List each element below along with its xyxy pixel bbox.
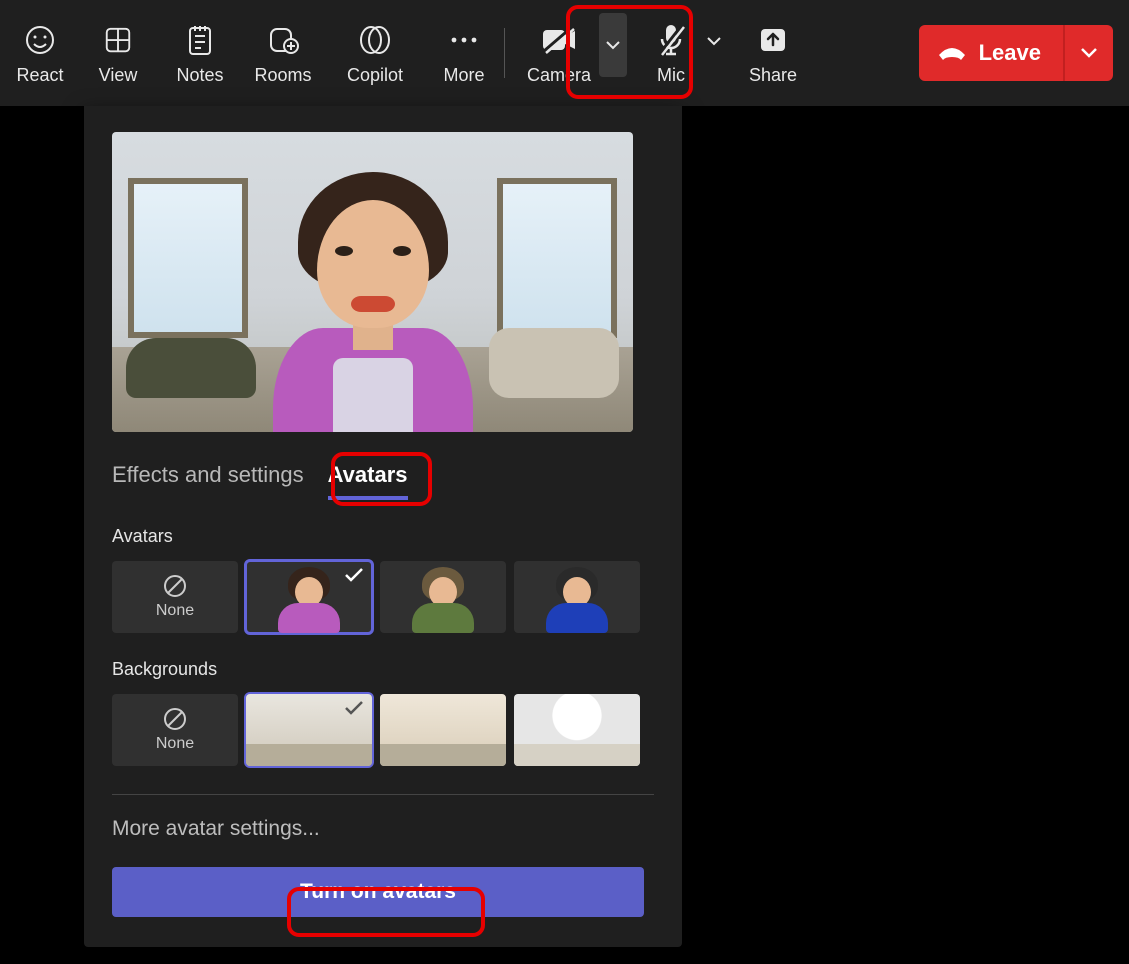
view-label: View	[99, 65, 138, 86]
turn-on-avatars-button[interactable]: Turn on avatars	[112, 867, 644, 917]
avatar-option-none[interactable]: None	[112, 561, 238, 633]
background-option-none-label: None	[156, 735, 194, 753]
background-options-row: None	[112, 694, 654, 766]
tab-effects-settings[interactable]: Effects and settings	[112, 462, 304, 500]
chevron-down-icon	[605, 40, 621, 50]
avatar-option-2[interactable]	[380, 561, 506, 633]
view-button[interactable]: View	[88, 0, 148, 106]
toolbar-separator	[504, 28, 505, 78]
backgrounds-section-label: Backgrounds	[112, 659, 654, 680]
more-icon	[449, 23, 479, 57]
check-icon	[344, 700, 364, 716]
mic-button[interactable]: Mic	[641, 0, 701, 106]
share-button[interactable]: Share	[743, 0, 803, 106]
check-icon	[344, 567, 364, 583]
leave-options-button[interactable]	[1063, 25, 1113, 81]
camera-button[interactable]: Camera	[515, 0, 603, 106]
share-icon	[758, 23, 788, 57]
notes-label: Notes	[176, 65, 223, 86]
mic-off-icon	[657, 23, 685, 57]
notes-button[interactable]: Notes	[170, 0, 230, 106]
background-option-2[interactable]	[380, 694, 506, 766]
none-icon	[163, 574, 187, 598]
rooms-button[interactable]: Rooms	[248, 0, 318, 106]
share-group: Share	[743, 0, 803, 106]
more-avatar-settings-link[interactable]: More avatar settings...	[112, 817, 654, 841]
avatar-options-row: None	[112, 561, 654, 633]
none-icon	[163, 707, 187, 731]
chevron-down-icon	[1080, 47, 1098, 59]
react-label: React	[16, 65, 63, 86]
avatar-preview	[112, 132, 633, 432]
camera-group: Camera	[515, 0, 627, 106]
leave-label: Leave	[979, 40, 1041, 66]
camera-panel-tabs: Effects and settings Avatars	[112, 462, 654, 500]
avatar-figure	[243, 168, 503, 432]
chevron-down-icon	[706, 36, 722, 46]
more-button[interactable]: More	[434, 0, 494, 106]
camera-off-icon	[540, 23, 578, 57]
copilot-button[interactable]: Copilot	[332, 0, 418, 106]
tab-avatars[interactable]: Avatars	[328, 462, 408, 500]
rooms-icon	[267, 23, 299, 57]
smiley-icon	[24, 23, 56, 57]
rooms-label: Rooms	[254, 65, 311, 86]
notes-icon	[186, 23, 214, 57]
hangup-icon	[937, 43, 967, 63]
meeting-toolbar: React View Notes Rooms	[0, 0, 1129, 106]
background-option-3[interactable]	[514, 694, 640, 766]
copilot-label: Copilot	[347, 65, 403, 86]
grid-icon	[103, 23, 133, 57]
mic-options-button[interactable]	[703, 30, 725, 52]
leave-button[interactable]: Leave	[919, 25, 1063, 81]
mic-group: Mic	[641, 0, 725, 106]
avatar-option-none-label: None	[156, 602, 194, 620]
avatar-option-1[interactable]	[246, 561, 372, 633]
background-option-1[interactable]	[246, 694, 372, 766]
mic-label: Mic	[657, 65, 685, 86]
panel-divider	[112, 794, 654, 795]
avatars-section-label: Avatars	[112, 526, 654, 547]
background-option-none[interactable]: None	[112, 694, 238, 766]
camera-settings-panel: Effects and settings Avatars Avatars Non…	[84, 106, 682, 947]
react-button[interactable]: React	[10, 0, 70, 106]
copilot-icon	[358, 23, 392, 57]
more-label: More	[443, 65, 484, 86]
share-label: Share	[749, 65, 797, 86]
avatar-option-3[interactable]	[514, 561, 640, 633]
camera-options-button[interactable]	[599, 13, 627, 77]
leave-button-group: Leave	[919, 25, 1113, 81]
camera-label: Camera	[527, 65, 591, 86]
